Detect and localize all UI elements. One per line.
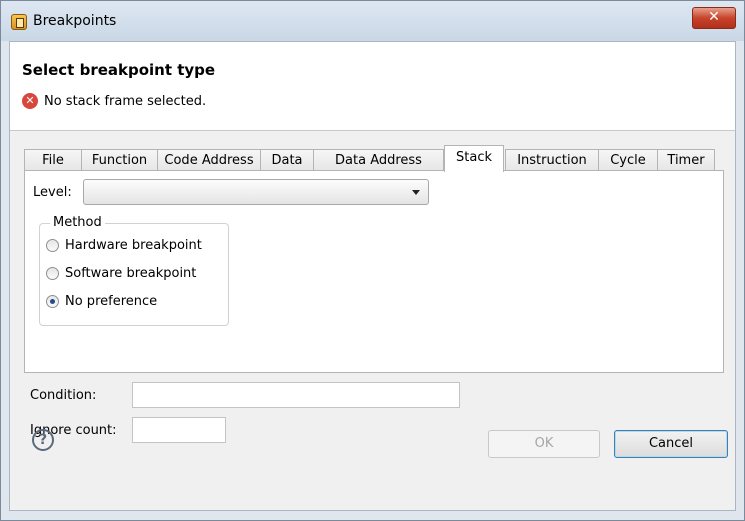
header-divider xyxy=(10,130,735,131)
radio-label: Hardware breakpoint xyxy=(65,238,202,253)
tab-stack[interactable]: Stack xyxy=(444,145,504,172)
error-message: No stack frame selected. xyxy=(44,94,207,109)
tab-data[interactable]: Data xyxy=(260,149,314,171)
radio-indicator[interactable] xyxy=(46,267,59,280)
condition-label: Condition: xyxy=(30,388,97,403)
ignore-count-field[interactable] xyxy=(132,417,226,443)
tab-code-address[interactable]: Code Address xyxy=(157,149,261,171)
chevron-down-icon xyxy=(412,190,420,195)
level-label: Level: xyxy=(33,185,72,200)
app-icon xyxy=(11,14,27,30)
radio-label: Software breakpoint xyxy=(65,266,197,281)
dialog-heading: Select breakpoint type xyxy=(22,61,216,79)
ok-button[interactable]: OK xyxy=(488,430,600,458)
cancel-button[interactable]: Cancel xyxy=(614,430,728,458)
stack-tab-panel: Level: Method Hardware breakpoint Softwa… xyxy=(24,170,724,373)
tab-cycle[interactable]: Cycle xyxy=(598,149,658,171)
error-icon: ✕ xyxy=(22,93,38,109)
radio-indicator[interactable] xyxy=(46,239,59,252)
help-icon[interactable]: ? xyxy=(32,429,54,451)
tab-function[interactable]: Function xyxy=(81,149,158,171)
method-legend: Method xyxy=(50,215,105,230)
dialog-client-area: Select breakpoint type ✕ No stack frame … xyxy=(9,41,736,511)
tab-instruction[interactable]: Instruction xyxy=(505,149,599,171)
radio-indicator[interactable] xyxy=(46,295,59,308)
dialog-header: Select breakpoint type ✕ No stack frame … xyxy=(10,42,735,130)
breakpoint-type-tabs: File Function Code Address Data Data Add… xyxy=(24,145,724,172)
window-title: Breakpoints xyxy=(33,13,117,29)
title-bar[interactable]: Breakpoints ✕ xyxy=(1,1,744,41)
tab-file[interactable]: File xyxy=(24,149,82,171)
condition-field[interactable] xyxy=(132,382,460,408)
radio-label: No preference xyxy=(65,294,158,309)
level-dropdown[interactable] xyxy=(83,179,429,205)
close-button[interactable]: ✕ xyxy=(692,7,736,29)
tab-data-address[interactable]: Data Address xyxy=(313,149,444,171)
tab-timer[interactable]: Timer xyxy=(657,149,715,171)
method-group: Method Hardware breakpoint Software brea… xyxy=(39,215,229,326)
breakpoints-dialog: Breakpoints ✕ Select breakpoint type ✕ N… xyxy=(0,0,745,521)
